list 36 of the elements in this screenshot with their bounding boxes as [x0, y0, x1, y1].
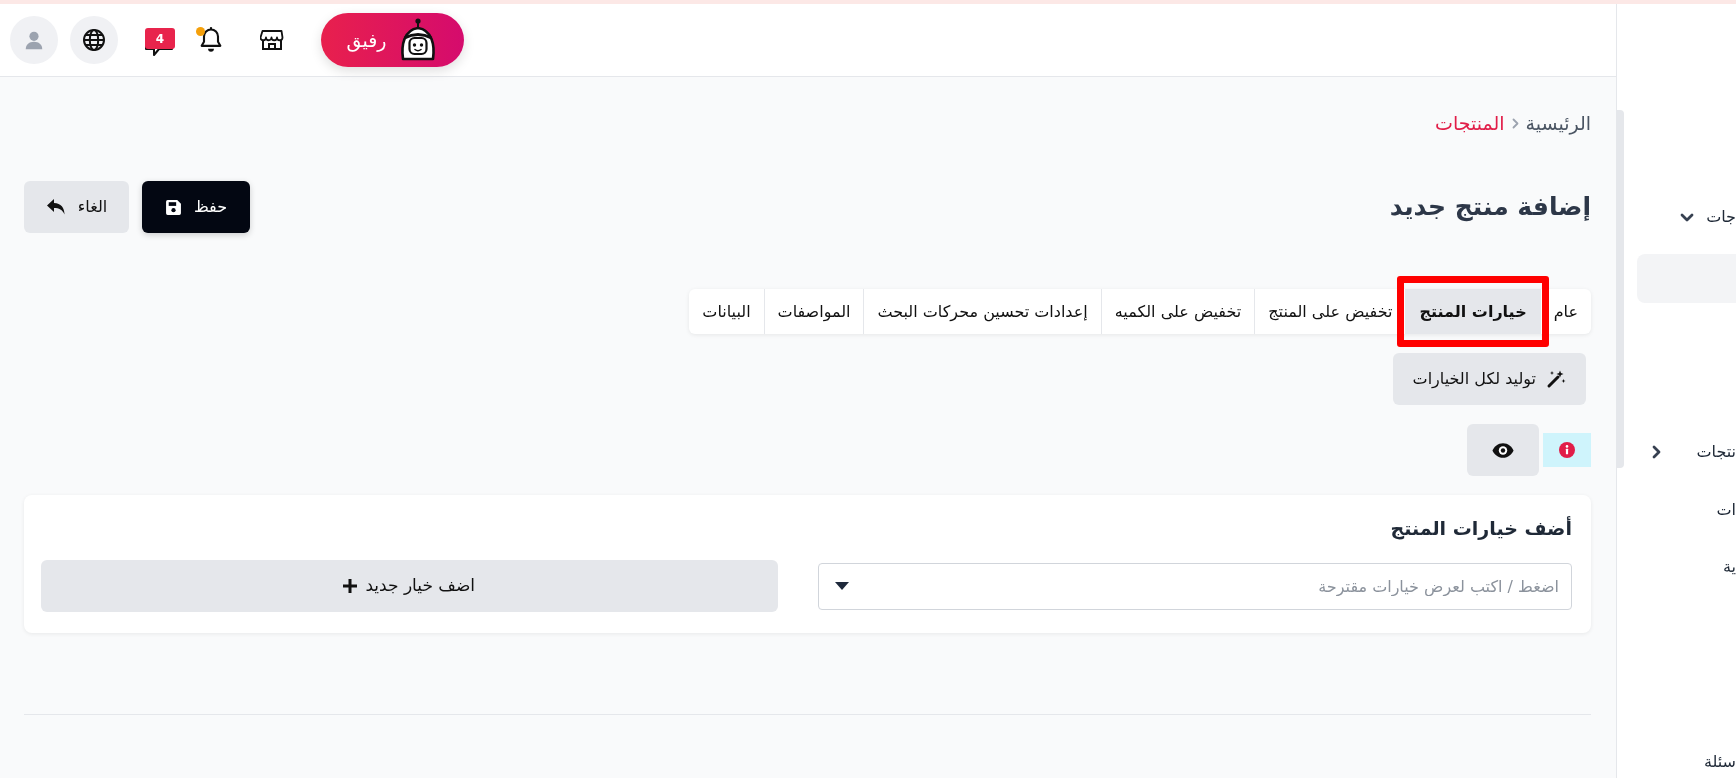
sidebar-item[interactable]: ية [1722, 547, 1736, 587]
page-title: إضافة منتج جديد [1389, 192, 1591, 222]
save-button[interactable]: حفظ [142, 181, 250, 233]
sidebar-item[interactable]: سئلة [1703, 742, 1736, 778]
tab[interactable]: البيانات [689, 289, 764, 334]
tab[interactable]: المواصفات [764, 289, 864, 334]
language-button[interactable] [70, 16, 118, 64]
option-input[interactable]: اضغط / اكتب لعرض خيارات مقترحة [858, 566, 1559, 606]
cancel-button[interactable]: الغاء [24, 181, 129, 233]
message-count-badge: 4 [145, 28, 175, 49]
plus-icon [343, 579, 358, 593]
tab[interactable]: عام [1540, 289, 1591, 334]
magic-wand-icon [1546, 369, 1566, 389]
tab[interactable]: تخفيض على المنتج [1255, 289, 1406, 334]
undo-arrow-icon [45, 198, 66, 216]
sidebar-item[interactable]: جات [1680, 197, 1736, 237]
preview-button[interactable] [1467, 424, 1539, 476]
person-icon [23, 29, 45, 51]
tab[interactable]: خيارات المنتج [1406, 289, 1540, 334]
eye-icon [1492, 442, 1514, 458]
sidebar-item[interactable]: ات [1716, 490, 1736, 530]
chevron-right-icon [1511, 117, 1519, 129]
tab[interactable]: تخفيض على الكميه [1101, 289, 1255, 334]
card-title: أضف خيارات المنتج [1389, 515, 1572, 542]
generate-options-button[interactable]: توليد لكل الخيارات [1392, 353, 1586, 405]
breadcrumb-item[interactable]: المنتجات [1435, 111, 1505, 135]
caret-down-icon [834, 582, 849, 590]
breadcrumb-item[interactable]: الرئيسية [1525, 111, 1591, 135]
tab[interactable]: إعدادات تحسين محركات البحث [864, 289, 1101, 334]
store-icon[interactable] [260, 29, 284, 51]
option-dropdown[interactable]: اضغط / اكتب لعرض خيارات مقترحة [817, 562, 1572, 610]
info-icon [1559, 442, 1575, 458]
globe-icon [82, 28, 106, 52]
sidebar-item[interactable]: نتجات [1652, 432, 1736, 472]
add-option-button[interactable]: اضف خيار جديد [41, 560, 778, 612]
assistant-button[interactable]: رفيق [321, 13, 464, 67]
